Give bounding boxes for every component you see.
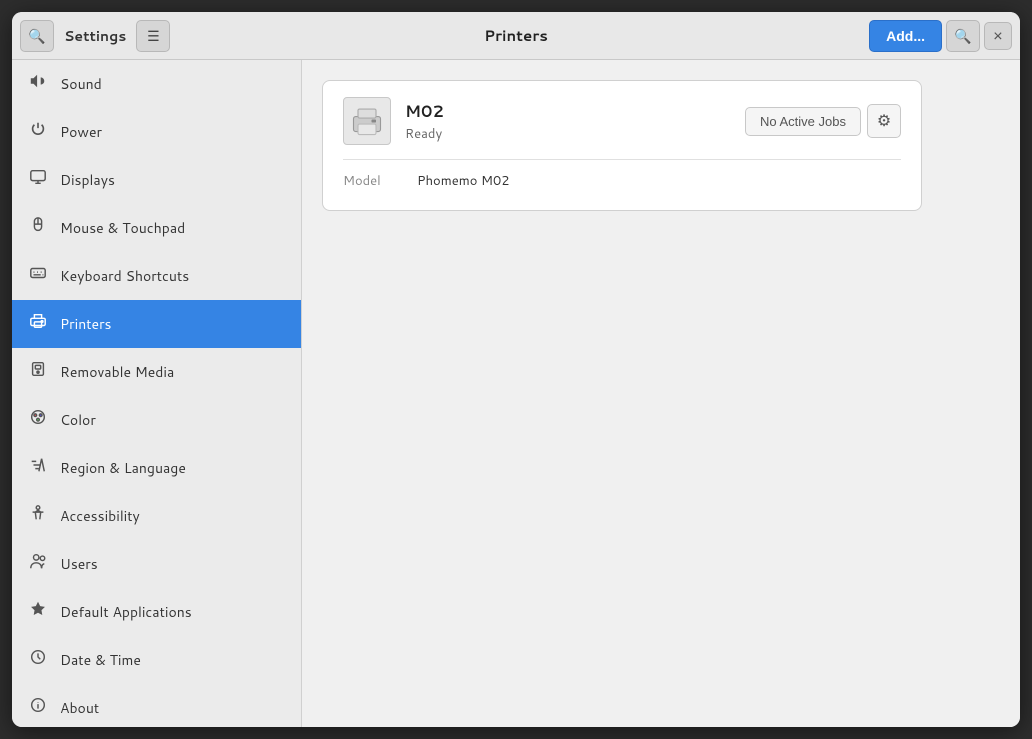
header-title-area: Printers <box>284 25 748 46</box>
about-icon <box>28 696 48 720</box>
sidebar-item-region-language[interactable]: Region & Language <box>12 444 301 492</box>
sidebar-item-label-removable-media: Removable Media <box>60 362 174 382</box>
printers-icon <box>28 312 48 336</box>
close-button[interactable]: × <box>984 22 1012 50</box>
no-active-jobs-button[interactable]: No Active Jobs <box>745 107 861 136</box>
sidebar-item-label-mouse-touchpad: Mouse & Touchpad <box>60 218 185 238</box>
search-icon: 🔍 <box>28 26 45 46</box>
sidebar-item-label-power: Power <box>60 122 102 142</box>
printer-model-row: Model Phomemo M02 <box>343 172 901 190</box>
add-printer-button[interactable]: Add... <box>869 20 942 52</box>
sound-icon <box>28 72 48 96</box>
printer-divider <box>343 159 901 160</box>
mouse-touchpad-icon <box>28 216 48 240</box>
sidebar-item-power[interactable]: Power <box>12 108 301 156</box>
sidebar: Sound Power Displays Mouse & Touchpad Keyboa… <box>12 60 302 727</box>
model-value: Phomemo M02 <box>417 172 509 190</box>
page-title: Printers <box>484 25 548 46</box>
model-label: Model <box>343 172 403 190</box>
menu-icon: ☰ <box>147 26 160 46</box>
search-button[interactable]: 🔍 <box>20 20 54 52</box>
main-content: M02 Ready No Active Jobs ⚙ Model Phomemo… <box>302 60 1020 727</box>
sidebar-item-label-displays: Displays <box>60 170 115 190</box>
printer-name: M02 <box>405 100 731 123</box>
removable-media-icon <box>28 360 48 384</box>
sidebar-item-label-accessibility: Accessibility <box>60 506 140 526</box>
displays-icon <box>28 168 48 192</box>
sidebar-item-label-users: Users <box>60 554 98 574</box>
sidebar-item-label-printers: Printers <box>60 314 112 334</box>
sidebar-item-label-keyboard-shortcuts: Keyboard Shortcuts <box>60 266 189 286</box>
sidebar-item-about[interactable]: About <box>12 684 301 727</box>
header-search-icon: 🔍 <box>954 26 971 46</box>
sidebar-item-label-color: Color <box>60 410 96 430</box>
sidebar-item-removable-media[interactable]: Removable Media <box>12 348 301 396</box>
color-icon <box>28 408 48 432</box>
printer-status: Ready <box>405 125 731 143</box>
menu-button[interactable]: ☰ <box>136 20 170 52</box>
printer-header: M02 Ready No Active Jobs ⚙ <box>343 97 901 145</box>
sidebar-item-printers[interactable]: Printers <box>12 300 301 348</box>
printer-info: M02 Ready <box>405 100 731 143</box>
printer-icon-box <box>343 97 391 145</box>
sidebar-item-label-date-time: Date & Time <box>60 650 141 670</box>
accessibility-icon <box>28 504 48 528</box>
keyboard-shortcuts-icon <box>28 264 48 288</box>
sidebar-item-users[interactable]: Users <box>12 540 301 588</box>
header-left: 🔍 Settings ☰ <box>20 20 280 52</box>
header-search-button[interactable]: 🔍 <box>946 20 980 52</box>
sidebar-item-sound[interactable]: Sound <box>12 60 301 108</box>
sidebar-item-accessibility[interactable]: Accessibility <box>12 492 301 540</box>
sidebar-item-color[interactable]: Color <box>12 396 301 444</box>
default-applications-icon <box>28 600 48 624</box>
settings-label: Settings <box>58 26 132 46</box>
printer-settings-button[interactable]: ⚙ <box>867 104 901 138</box>
sidebar-item-date-time[interactable]: Date & Time <box>12 636 301 684</box>
header-right: Add... 🔍 × <box>752 20 1012 52</box>
gear-icon: ⚙ <box>877 111 891 131</box>
printer-actions: No Active Jobs ⚙ <box>745 104 901 138</box>
app-window: 🔍 Settings ☰ Printers Add... 🔍 × Sound Po… <box>12 12 1020 727</box>
headerbar: 🔍 Settings ☰ Printers Add... 🔍 × <box>12 12 1020 60</box>
sidebar-item-label-about: About <box>60 698 99 718</box>
sidebar-item-label-sound: Sound <box>60 74 102 94</box>
printer-card: M02 Ready No Active Jobs ⚙ Model Phomemo… <box>322 80 922 211</box>
users-icon <box>28 552 48 576</box>
sidebar-item-mouse-touchpad[interactable]: Mouse & Touchpad <box>12 204 301 252</box>
region-language-icon <box>28 456 48 480</box>
content-area: Sound Power Displays Mouse & Touchpad Keyboa… <box>12 60 1020 727</box>
sidebar-item-displays[interactable]: Displays <box>12 156 301 204</box>
sidebar-item-keyboard-shortcuts[interactable]: Keyboard Shortcuts <box>12 252 301 300</box>
printer-icon <box>349 103 385 139</box>
sidebar-item-label-default-applications: Default Applications <box>60 602 192 622</box>
sidebar-item-default-applications[interactable]: Default Applications <box>12 588 301 636</box>
date-time-icon <box>28 648 48 672</box>
sidebar-item-label-region-language: Region & Language <box>60 458 186 478</box>
power-icon <box>28 120 48 144</box>
